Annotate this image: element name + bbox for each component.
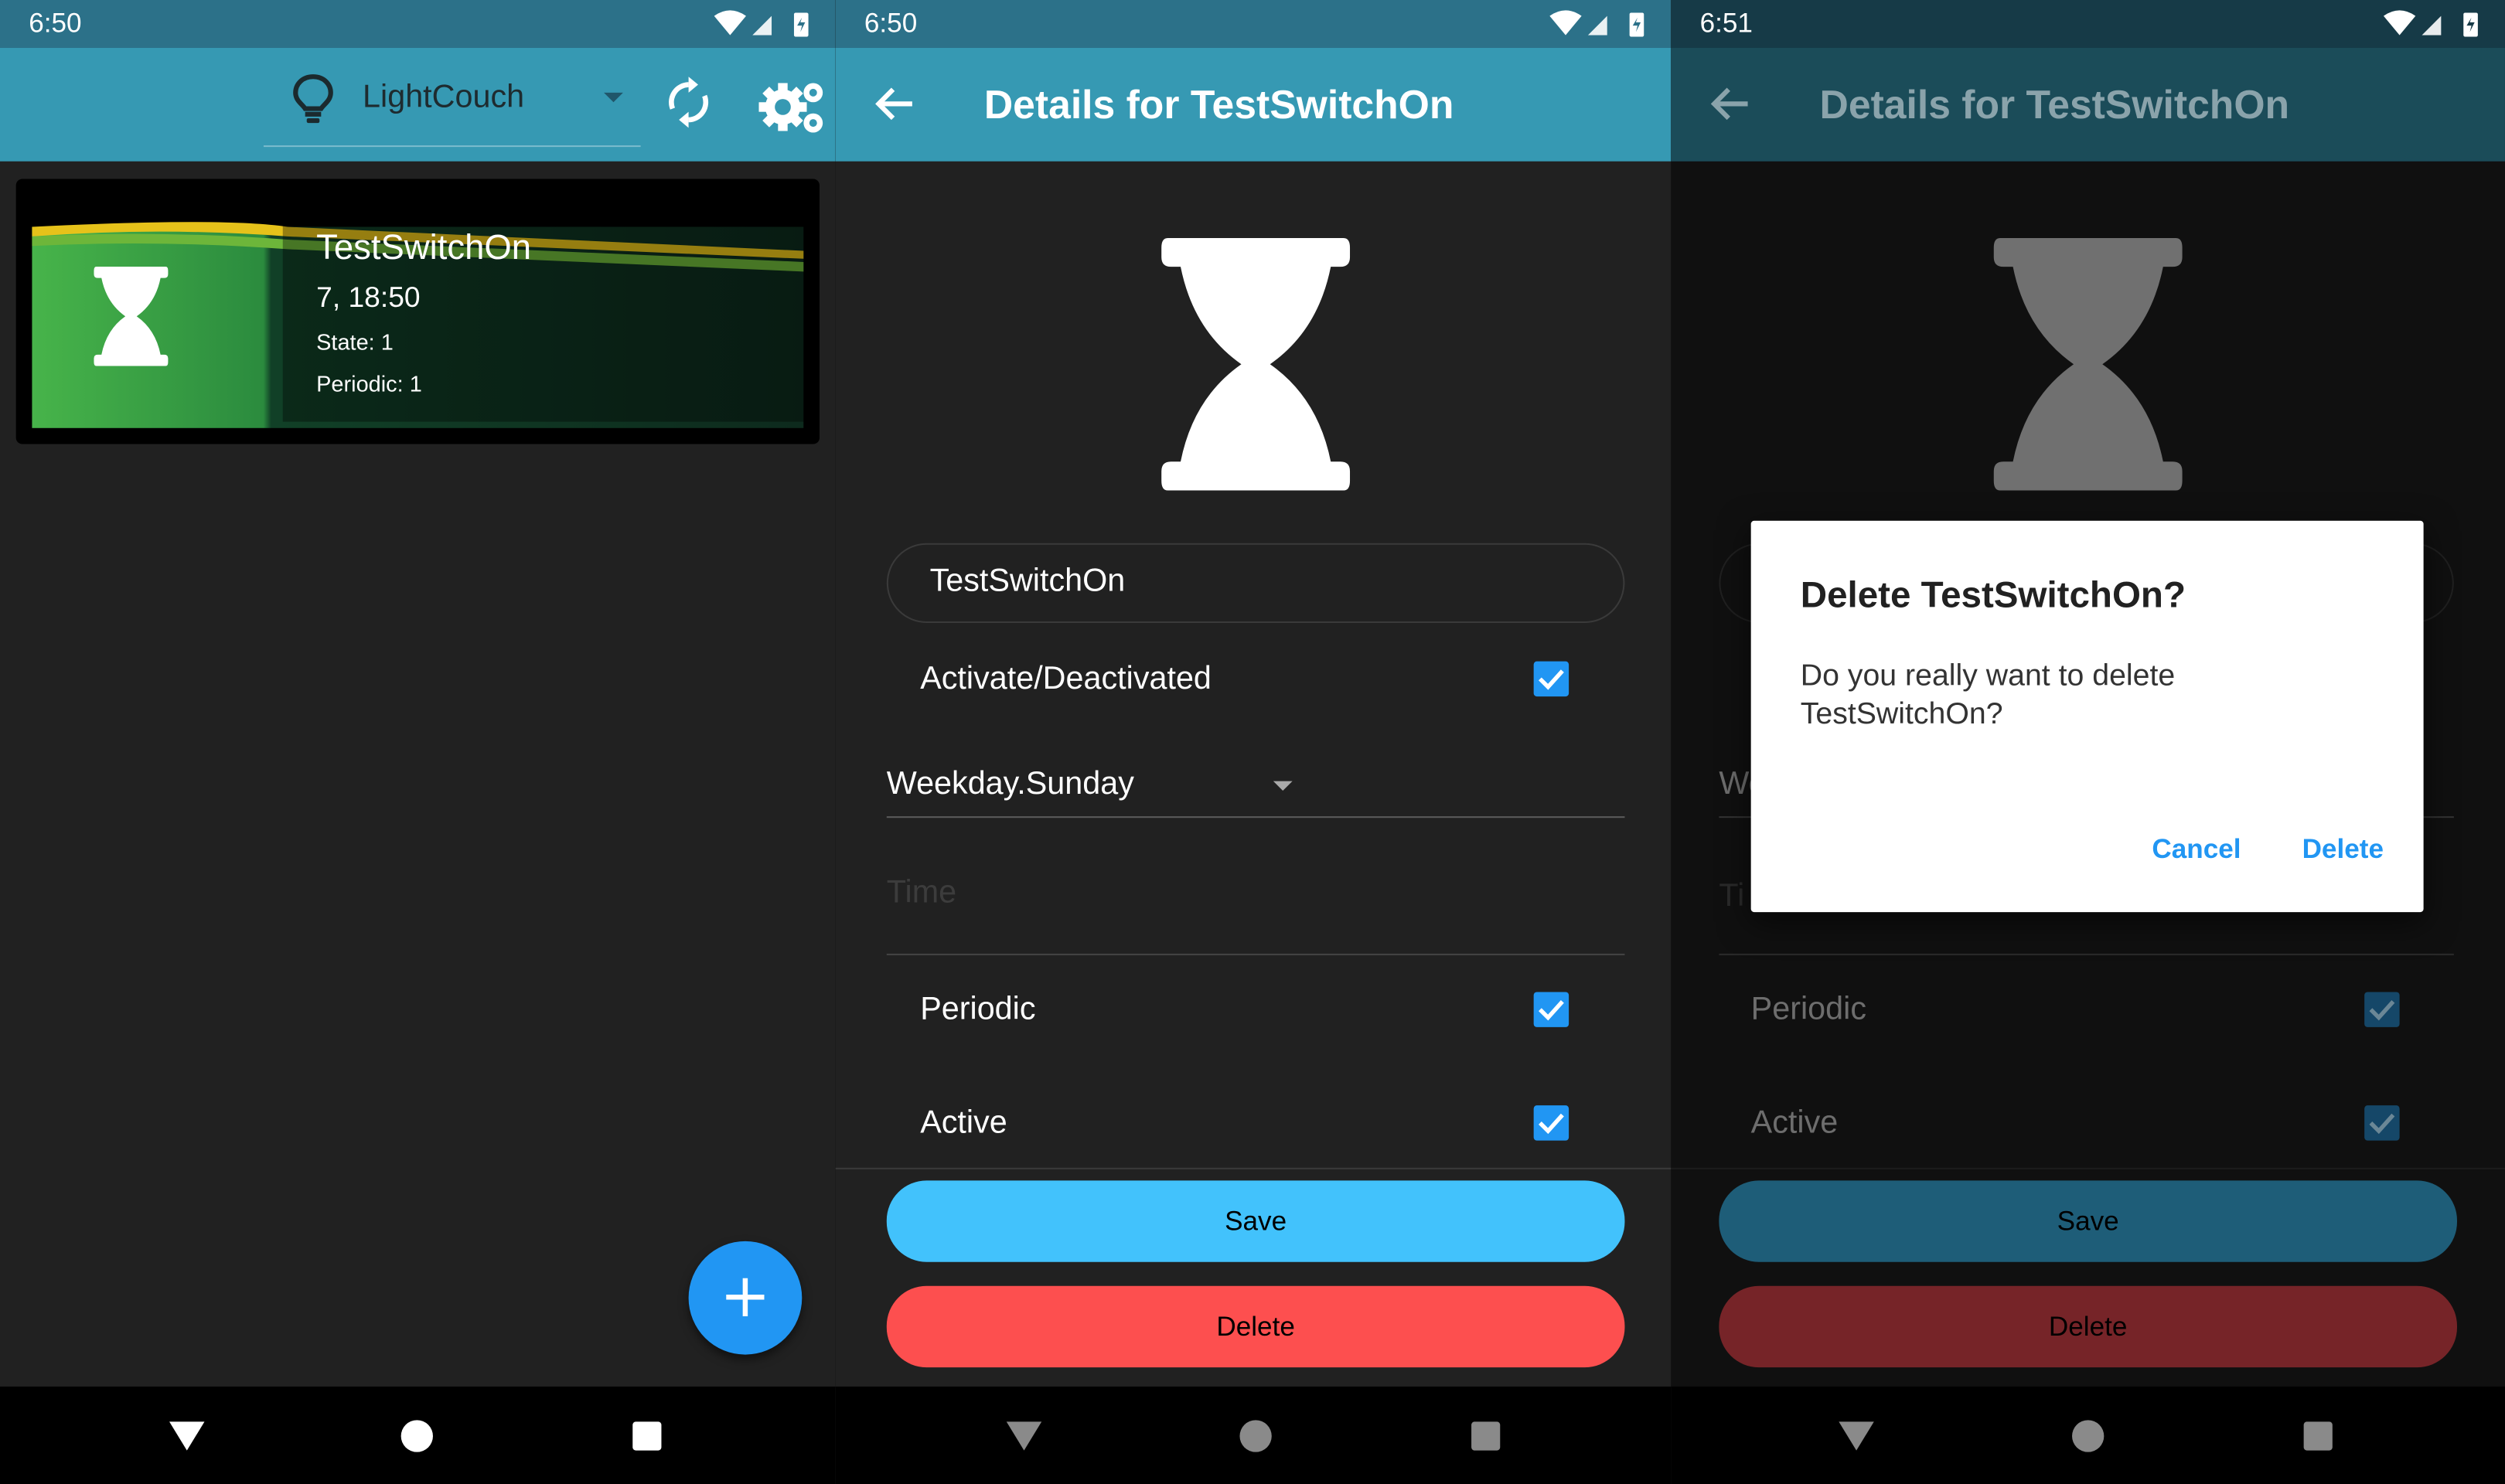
nav-home-icon[interactable] [396,1415,438,1457]
save-button[interactable]: Save [886,1180,1625,1262]
wifi-icon [2383,10,2416,36]
back-arrow-icon[interactable] [874,83,915,124]
check-icon [1539,1000,1564,1021]
active-checkbox[interactable] [1533,1105,1569,1141]
status-icons [2383,10,2478,37]
weekday-value: Weekday.Sunday [886,767,1134,802]
delete-confirm-dialog: Delete TestSwitchOn? Do you really want … [1750,520,2424,913]
name-input[interactable]: TestSwitchOn [886,543,1625,624]
signal-icon [752,15,772,36]
activate-label: Activate/Deactivated [920,661,1212,697]
wifi-icon [714,10,746,36]
divider [1719,953,2454,955]
dialog-delete-button[interactable]: Delete [2302,834,2384,866]
check-icon [2369,1113,2395,1135]
periodic-checkbox [2364,992,2400,1027]
periodic-label: Periodic [1750,992,1867,1027]
delete-dialog-screen: 6:51 Details for TestSwitchOn We Ti Peri… [1671,0,2505,1484]
home-screen: 6:50 LightCouch TestSwitchOn 7, 18:50 St… [0,0,836,1484]
system-nav-bar [835,1386,1672,1484]
hourglass-icon [94,266,169,366]
active-checkbox [2364,1105,2400,1141]
save-button: Save [1719,1180,2457,1262]
name-input-value: TestSwitchOn [929,563,1126,600]
nav-home-icon[interactable] [1235,1415,1276,1457]
screenshot-root: 6:50 LightCouch TestSwitchOn 7, 18:50 St… [0,0,2505,1484]
dialog-title: Delete TestSwitchOn? [1800,573,2186,615]
wifi-icon [1549,10,1582,36]
status-icons [1549,10,1644,37]
dialog-cancel-button[interactable]: Cancel [2152,834,2241,866]
chevron-down-icon [604,92,623,103]
periodic-checkbox[interactable] [1533,992,1569,1027]
page-title: Details for TestSwitchOn [1819,83,2290,128]
status-icons [714,10,809,37]
status-bar: 6:50 [835,0,1672,49]
nav-recents-icon[interactable] [626,1415,668,1457]
device-selector-label: LightCouch [363,80,525,115]
nav-back-icon[interactable] [166,1415,208,1457]
time-placeholder: Time [886,875,957,911]
timer-periodic: Periodic: 1 [316,370,422,397]
nav-back-icon[interactable] [1835,1415,1877,1457]
gear-icon[interactable] [757,77,827,138]
check-icon [2369,1000,2395,1021]
add-timer-button[interactable]: + [688,1241,803,1355]
signal-icon [2422,15,2442,36]
delete-button: Delete [1719,1285,2457,1368]
nav-home-icon[interactable] [2067,1415,2109,1457]
status-bar: 6:50 [0,0,836,49]
chevron-down-icon [1273,781,1293,791]
divider [1671,1167,2505,1169]
back-arrow-icon[interactable] [1709,83,1751,124]
timer-card[interactable]: TestSwitchOn 7, 18:50 State: 1 Periodic:… [15,179,820,444]
sync-icon[interactable] [661,75,715,129]
nav-recents-icon[interactable] [1465,1415,1507,1457]
details-screen: 6:50 Details for TestSwitchOn TestSwitch… [835,0,1672,1484]
hourglass-icon [1161,237,1351,491]
add-icon: + [720,1260,771,1331]
time-input[interactable]: Time [886,863,1625,955]
status-bar: 6:51 [1671,0,2505,49]
timer-time: 7, 18:50 [316,281,421,314]
activate-checkbox[interactable] [1533,661,1569,697]
divider [835,1167,1672,1169]
timer-state: State: 1 [316,328,394,355]
hourglass-icon [1993,237,2183,491]
weekday-dropdown[interactable]: Weekday.Sunday [886,751,1625,819]
time-placeholder: Ti [1719,878,1745,914]
periodic-label: Periodic [920,992,1036,1027]
timer-name: TestSwitchOn [316,226,532,267]
page-title: Details for TestSwitchOn [983,83,1454,128]
app-bar: Details for TestSwitchOn [1671,48,2505,162]
status-time: 6:50 [29,8,82,39]
nav-back-icon[interactable] [1004,1415,1045,1457]
device-selector[interactable]: LightCouch [263,67,641,148]
check-icon [1539,1113,1564,1135]
active-label: Active [920,1105,1007,1141]
lightbulb-icon [293,74,333,124]
delete-button[interactable]: Delete [886,1285,1625,1368]
system-nav-bar [0,1386,836,1484]
dialog-message: Do you really want to delete TestSwitchO… [1800,659,2176,732]
status-time: 6:50 [864,8,918,39]
nav-recents-icon[interactable] [2297,1415,2339,1457]
system-nav-bar [1671,1386,2505,1484]
active-label: Active [1750,1105,1839,1141]
signal-icon [1587,15,1607,36]
check-icon [1539,669,1564,690]
status-time: 6:51 [1699,8,1753,39]
app-bar: Details for TestSwitchOn [835,48,1672,162]
